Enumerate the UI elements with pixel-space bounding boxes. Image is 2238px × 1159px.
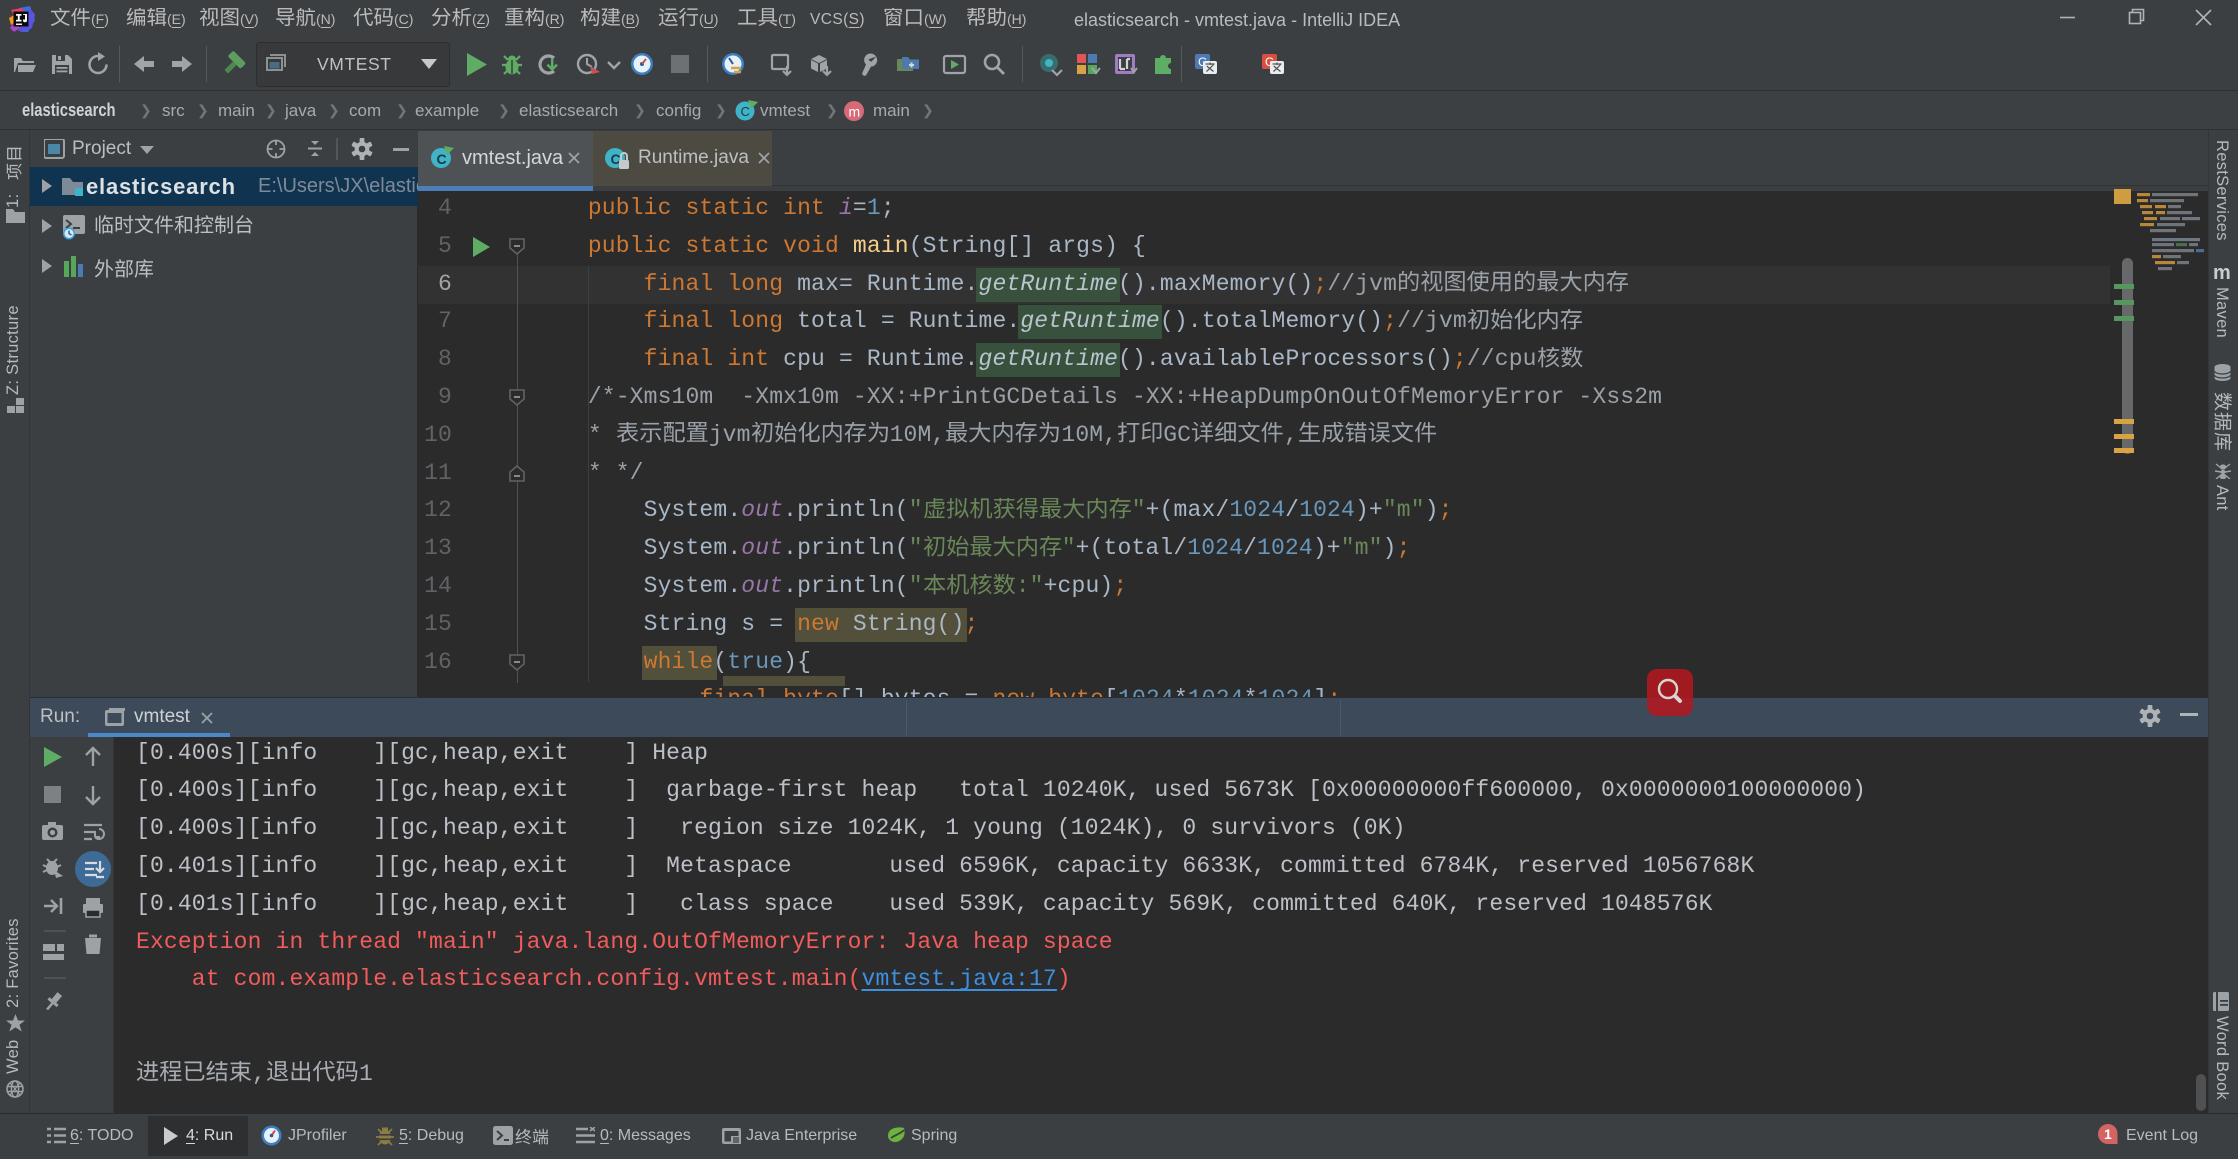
svg-text:C: C	[437, 151, 447, 167]
svg-text:C: C	[741, 104, 750, 119]
svg-text:m: m	[849, 104, 861, 120]
svg-text:1: 1	[2104, 1126, 2112, 1142]
